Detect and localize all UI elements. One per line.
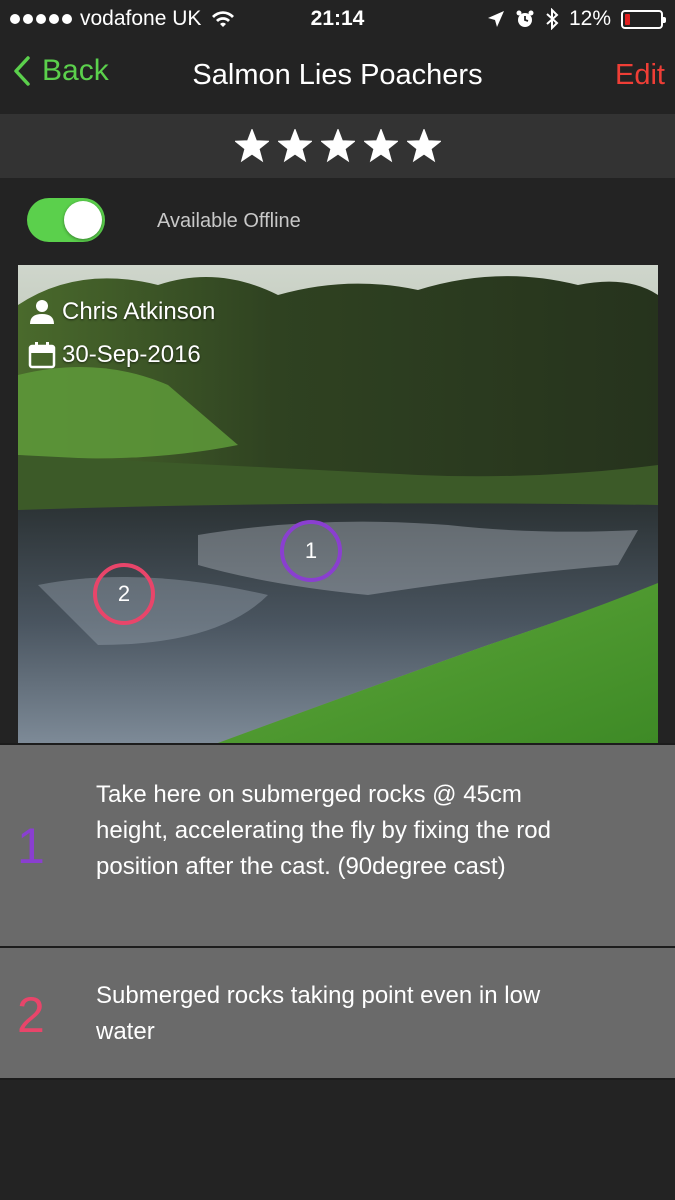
lie-note-1[interactable]: 1 Take here on submerged rocks @ 45cm he… <box>0 743 675 947</box>
lie-photo: Chris Atkinson 30-Sep-2016 1 2 <box>18 265 658 743</box>
status-bar: vodafone UK 21:14 12% <box>0 0 675 38</box>
star-rating <box>0 114 675 178</box>
offline-row: Available Offline <box>0 178 675 264</box>
star-icon[interactable] <box>406 129 441 163</box>
date-row: 30-Sep-2016 <box>28 341 201 369</box>
marker-label: 1 <box>304 538 318 563</box>
note-text: Submerged rocks taking point even in low… <box>96 982 541 1045</box>
star-icon[interactable] <box>363 129 398 163</box>
note-text: Take here on submerged rocks @ 45cm heig… <box>96 781 551 880</box>
alarm-icon <box>516 10 534 27</box>
star-icon[interactable] <box>234 129 269 163</box>
star-icon[interactable] <box>320 129 355 163</box>
available-offline-label: Available Offline <box>157 210 301 232</box>
note-number: 1 <box>17 818 45 874</box>
battery-percent: 12% <box>568 7 611 30</box>
lie-marker-1[interactable]: 1 <box>280 520 342 582</box>
available-offline-toggle[interactable] <box>27 198 105 242</box>
toggle-knob <box>64 201 102 239</box>
edit-button[interactable]: Edit <box>615 59 665 92</box>
navigation-bar: Back Salmon Lies Poachers Edit <box>0 38 675 114</box>
battery-icon <box>621 9 666 29</box>
note-number: 2 <box>17 987 45 1043</box>
author-row: Chris Atkinson <box>28 298 215 326</box>
bluetooth-icon <box>546 8 559 30</box>
location-arrow-icon <box>487 11 504 27</box>
calendar-icon <box>28 342 56 369</box>
battery-level <box>625 13 631 25</box>
lie-marker-2[interactable]: 2 <box>93 563 155 625</box>
date-text: 30-Sep-2016 <box>62 341 201 368</box>
person-icon <box>30 300 54 324</box>
marker-label: 2 <box>117 581 131 606</box>
status-right: 12% <box>487 7 666 31</box>
page-title: Salmon Lies Poachers <box>192 59 483 91</box>
lie-note-2[interactable]: 2 Submerged rocks taking point even in l… <box>0 946 675 1078</box>
author-name: Chris Atkinson <box>62 298 216 325</box>
star-icon[interactable] <box>277 129 312 163</box>
river-photo-image <box>18 265 658 743</box>
list-bottom-divider <box>0 1078 675 1080</box>
